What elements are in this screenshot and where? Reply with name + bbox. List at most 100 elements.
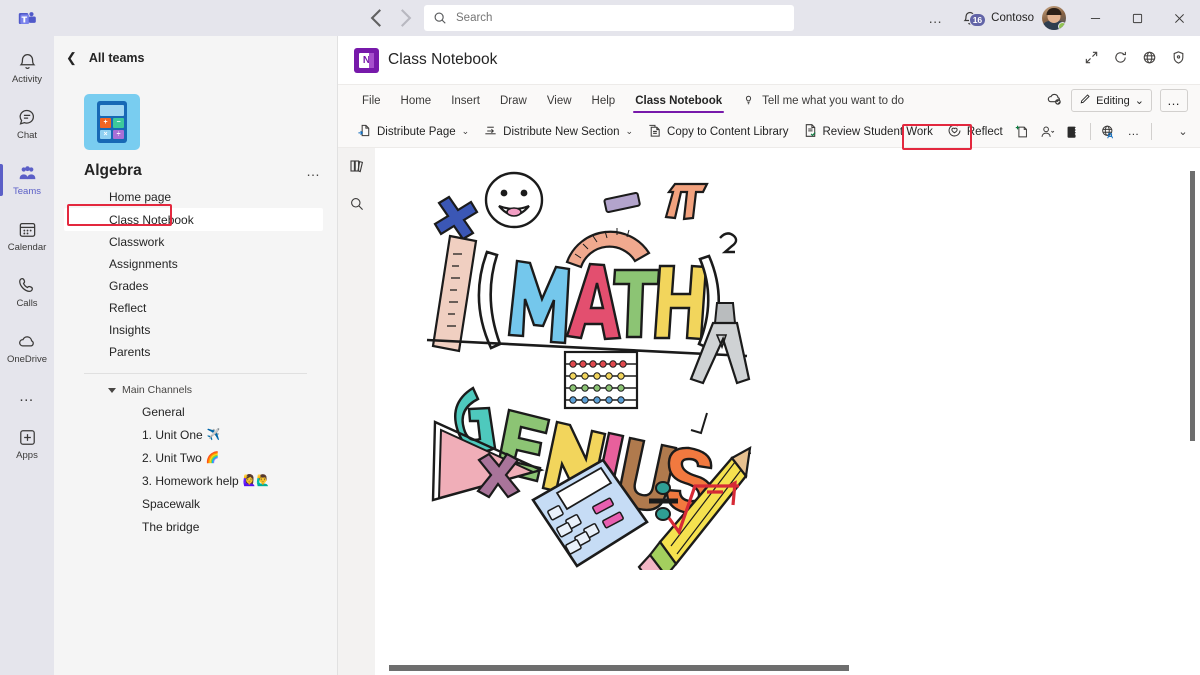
ribbon-tab-draw[interactable]: Draw (490, 85, 537, 116)
raising-hands-emoji-icon: 🙋‍♀️🙋‍♂️ (243, 474, 270, 487)
channel-general[interactable]: General (54, 400, 337, 423)
chevron-down-icon: ⌄ (626, 126, 634, 137)
vertical-scroll-thumb[interactable] (1190, 171, 1195, 441)
distribute-page-label: Distribute Page (377, 126, 456, 138)
rail-overflow-button[interactable]: … (0, 376, 54, 416)
refresh-icon[interactable] (1113, 50, 1128, 70)
tenant-name: Contoso (987, 12, 1042, 24)
sidebar-item-onedrive[interactable]: OneDrive (0, 320, 54, 376)
search-icon[interactable] (349, 196, 365, 217)
notebook-rail (338, 148, 375, 675)
channel-the-bridge[interactable]: The bridge (54, 515, 337, 538)
channel-spacewalk[interactable]: Spacewalk (54, 492, 337, 515)
globe-icon[interactable] (1142, 50, 1157, 70)
notebook-icon[interactable] (1060, 119, 1085, 145)
horizontal-scrollbar[interactable] (381, 664, 1182, 672)
editing-mode-button[interactable]: Editing ⌄ (1071, 89, 1152, 112)
back-button[interactable] (364, 5, 390, 31)
team-avatar[interactable]: + − × ÷ (84, 94, 140, 150)
ribbon-tab-file[interactable]: File (352, 85, 391, 116)
sidebar-item-label: Calls (16, 299, 37, 309)
minimize-button[interactable] (1074, 0, 1116, 36)
review-student-work-button[interactable]: Review Student Work (796, 119, 940, 145)
copy-content-library-label: Copy to Content Library (667, 126, 788, 138)
channel-label: 2. Unit Two (142, 451, 202, 465)
notebook-canvas[interactable] (375, 148, 1200, 675)
ribbon-tab-view[interactable]: View (537, 85, 582, 116)
ribbon-tab-class-notebook[interactable]: Class Notebook (625, 85, 732, 116)
manage-students-icon[interactable] (1035, 119, 1060, 145)
title-bar-right: … 16 Contoso (918, 0, 1200, 36)
sidebar-item-calls[interactable]: Calls (0, 264, 54, 320)
avatar[interactable] (1042, 6, 1066, 30)
sidebar-item-teams[interactable]: Teams (0, 152, 54, 208)
calendar-icon (17, 218, 38, 240)
ribbon-collapse-button[interactable]: ⌄ (1166, 125, 1200, 138)
sidebar-item-chat[interactable]: Chat (0, 96, 54, 152)
channel-group-header[interactable]: Main Channels (54, 374, 337, 400)
tab-class-notebook[interactable]: Class Notebook (64, 208, 323, 231)
channel-group-label: Main Channels (122, 384, 192, 396)
expand-icon[interactable] (1084, 50, 1099, 70)
notifications-button[interactable]: 16 (953, 10, 987, 26)
sidebar-item-label: OneDrive (7, 355, 47, 365)
airplane-emoji-icon: ✈️ (207, 428, 221, 441)
maximize-button[interactable] (1116, 0, 1158, 36)
channel-label: The bridge (142, 520, 199, 534)
tab-assignments[interactable]: Assignments (54, 253, 337, 275)
horizontal-scroll-thumb[interactable] (389, 665, 849, 671)
sidebar-item-label: Apps (16, 451, 38, 461)
team-more-button[interactable]: … (306, 163, 321, 179)
channel-unit-one[interactable]: 1. Unit One ✈️ (54, 423, 337, 446)
math-genius-drawing (417, 170, 777, 570)
distribute-page-button[interactable]: Distribute Page ⌄ (350, 119, 476, 145)
close-button[interactable] (1158, 0, 1200, 36)
calculator-key-divide: ÷ (113, 130, 124, 140)
tab-home-page[interactable]: Home page (54, 186, 337, 208)
teams-icon (17, 162, 38, 184)
ribbon-overflow-button[interactable]: … (1160, 89, 1188, 112)
ribbon-tab-insert[interactable]: Insert (441, 85, 490, 116)
tab-insights[interactable]: Insights (54, 319, 337, 341)
channel-list: General 1. Unit One ✈️ 2. Unit Two 🌈 3. … (54, 400, 337, 538)
tab-reflect[interactable]: Reflect (54, 297, 337, 319)
tell-me-search[interactable]: Tell me what you want to do (742, 93, 904, 109)
channel-homework-help[interactable]: 3. Homework help 🙋‍♀️🙋‍♂️ (54, 469, 337, 492)
class-notebook-toolbar: Distribute Page ⌄ Distribute New Section… (338, 116, 1200, 147)
phone-icon (17, 274, 38, 296)
tab-classwork[interactable]: Classwork (54, 231, 337, 253)
sidebar-item-activity[interactable]: Activity (0, 40, 54, 96)
copy-to-content-library-button[interactable]: Copy to Content Library (640, 119, 795, 145)
sidebar-item-apps[interactable]: Apps (0, 416, 54, 472)
team-avatar-wrap: + − × ÷ (54, 80, 337, 150)
lightbulb-icon (742, 93, 755, 109)
notebooks-icon[interactable] (349, 158, 365, 179)
tab-parents[interactable]: Parents (54, 341, 337, 363)
tab-grades[interactable]: Grades (54, 275, 337, 297)
new-section-icon[interactable] (1010, 119, 1035, 145)
calculator-icon: + − × ÷ (97, 101, 127, 143)
channel-unit-two[interactable]: 2. Unit Two 🌈 (54, 446, 337, 469)
cloud-saved-icon[interactable] (1046, 90, 1063, 112)
forward-button[interactable] (392, 5, 418, 31)
review-student-work-icon (803, 123, 818, 141)
teams-pane: ❮ All teams + − × ÷ (54, 36, 338, 675)
toolbar-overflow-button[interactable]: … (1121, 119, 1147, 145)
ribbon-tab-home[interactable]: Home (391, 85, 442, 116)
distribute-new-section-button[interactable]: Distribute New Section ⌄ (476, 119, 640, 145)
channel-label: 3. Homework help (142, 474, 239, 488)
ribbon-tab-help[interactable]: Help (582, 85, 626, 116)
toolbar-divider (1090, 123, 1091, 140)
nav-arrows (364, 5, 418, 31)
titlebar-overflow-button[interactable]: … (918, 10, 953, 26)
calculator-key-plus: + (100, 118, 111, 128)
search-input[interactable] (456, 12, 785, 24)
app-header-actions (1084, 50, 1186, 70)
vertical-scrollbar[interactable] (1188, 148, 1198, 675)
all-teams-back[interactable]: ❮ All teams (54, 36, 337, 80)
search-box[interactable] (424, 5, 794, 31)
sidebar-item-calendar[interactable]: Calendar (0, 208, 54, 264)
reflect-button[interactable]: Reflect (940, 119, 1010, 145)
translate-icon[interactable] (1096, 119, 1121, 145)
shield-icon[interactable] (1171, 50, 1186, 70)
